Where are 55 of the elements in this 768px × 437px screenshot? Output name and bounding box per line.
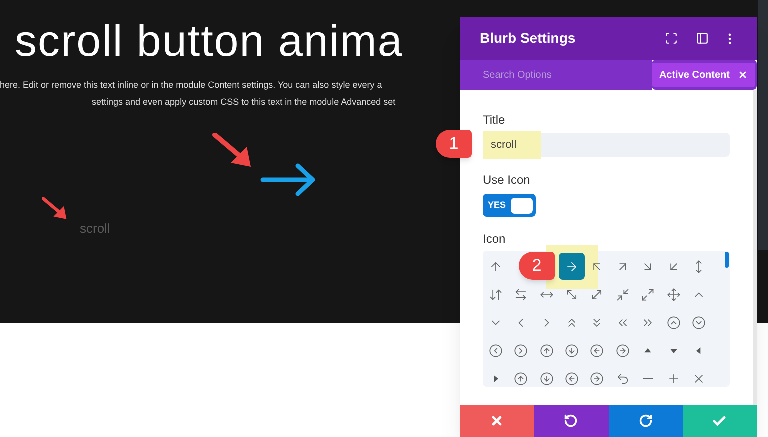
- move-icon: [666, 288, 681, 302]
- circle-chevron-down-icon: [692, 316, 706, 330]
- arrow-up-icon: [488, 260, 503, 274]
- undo-icon: [564, 414, 578, 428]
- field-value: scroll: [490, 138, 517, 153]
- title-field[interactable]: scroll: [483, 133, 730, 157]
- minimize-icon: [616, 288, 630, 302]
- cancel-button[interactable]: [460, 405, 534, 437]
- undo-arrow-icon: [616, 372, 630, 386]
- diagonal-arrows-icon: [590, 288, 604, 302]
- scrollbar-thumb: [725, 252, 729, 268]
- close-icon[interactable]: [738, 70, 748, 80]
- toggle-switch[interactable]: YES: [483, 194, 536, 217]
- field-label: Use Icon: [483, 172, 532, 189]
- minus-icon: [643, 378, 654, 380]
- circle-arrow-down-icon: [540, 372, 554, 386]
- panel-title: Blurb Settings: [480, 29, 577, 48]
- plus-icon: [666, 372, 681, 386]
- body-text: here. Edit or remove this text inline or in the module Content settings. You can also style every a: [0, 79, 382, 92]
- heading: scroll button anima: [15, 16, 404, 68]
- icon-option[interactable]: [559, 253, 585, 280]
- up-down-arrows-icon: [488, 288, 503, 302]
- filter-chip[interactable]: Active Content: [652, 60, 757, 90]
- highlight: [483, 131, 541, 159]
- circle-arrow-left-icon: [565, 372, 580, 386]
- circle-chevron-right-icon: [514, 344, 528, 358]
- blurb-title: scroll: [80, 220, 110, 238]
- left-right-arrows-icon: [514, 288, 528, 302]
- body-text: settings and even apply custom CSS to this text in the module Advanced set: [92, 96, 396, 109]
- field-label: Title: [483, 112, 506, 129]
- step-callout: 1: [436, 130, 472, 158]
- undo-button[interactable]: [534, 405, 608, 437]
- step-callout: 2: [519, 252, 555, 280]
- diagonal-arrows-icon: [565, 288, 580, 302]
- annotation-arrow-icon: [42, 197, 68, 221]
- circle-chevron-up-icon: [666, 316, 681, 330]
- circle-arrow-up-icon: [540, 344, 554, 358]
- circle-arrow-right-icon: [616, 344, 630, 358]
- fullscreen-icon[interactable]: [665, 32, 678, 45]
- circle-arrow-down-icon: [565, 344, 580, 358]
- close-icon: [490, 414, 504, 428]
- sidebar-icon[interactable]: [696, 32, 709, 45]
- annotation-arrow-icon: [212, 133, 254, 169]
- check-icon: [712, 414, 728, 428]
- circle-arrow-right-icon: [590, 372, 604, 386]
- maximize-icon: [641, 288, 656, 302]
- redo-icon: [638, 414, 653, 428]
- field-label: Icon: [483, 231, 507, 248]
- circle-chevron-left-icon: [488, 344, 503, 358]
- redo-button[interactable]: [608, 405, 683, 437]
- circle-arrow-up-icon: [514, 372, 528, 386]
- search-field[interactable]: Search Options: [460, 60, 652, 90]
- arrow-right-icon: [260, 163, 318, 197]
- circle-arrow-left-icon: [590, 344, 604, 358]
- toggle-knob: [511, 198, 533, 214]
